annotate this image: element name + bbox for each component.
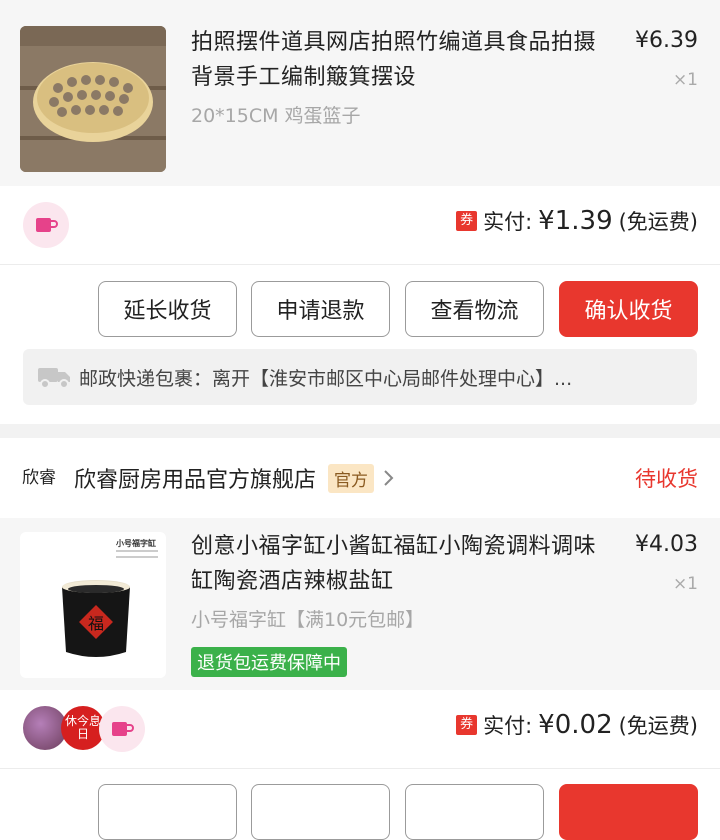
product-title[interactable]: 创意小福字缸小酱缸福缸小陶瓷调料调味缸陶瓷酒店辣椒盐缸 (191, 529, 611, 599)
paid-label: 实付: (483, 210, 533, 234)
avatar-group[interactable]: 休今息日 (23, 706, 145, 752)
truck-icon (38, 368, 70, 389)
order1-payment-summary: 券 实付: ¥1.39 (免运费) (456, 206, 698, 236)
order-separator (0, 424, 720, 438)
return-shipping-guarantee-badge: 退货包运费保障中 (191, 647, 347, 677)
bamboo-basket-image (20, 26, 166, 172)
paid-amount: ¥0.02 (538, 710, 613, 740)
product-price: ¥4.03 (635, 532, 698, 557)
order-status: 待收货 (635, 467, 698, 491)
shop-header[interactable]: 欣睿 欣睿厨房用品官方旗舰店 官方 待收货 (0, 438, 720, 518)
order2-action-button[interactable] (251, 784, 390, 840)
logistics-text: 邮政快递包裹：离开【淮安市邮区中心局邮件处理中心】... (79, 367, 573, 390)
logistics-status[interactable]: 邮政快递包裹：离开【淮安市邮区中心局邮件处理中心】... (23, 349, 697, 405)
chevron-right-icon (384, 470, 394, 486)
product-quantity: ×1 (672, 574, 698, 594)
coupon-badge: 券 (456, 715, 478, 735)
product-thumbnail[interactable]: 小号福字缸 福 (20, 532, 166, 678)
paid-amount: ¥1.39 (538, 206, 613, 236)
product-thumbnail[interactable] (20, 26, 166, 172)
product-price: ¥6.39 (635, 28, 698, 53)
avatar-cup (23, 202, 69, 248)
thumb-spec-line (116, 550, 158, 552)
shipping-note: (免运费) (618, 210, 698, 234)
product-sku: 小号福字缸【满10元包邮】 (191, 609, 425, 631)
shop-logo: 欣睿 (22, 467, 56, 488)
avatar-cup (99, 706, 145, 752)
request-refund-button[interactable]: 申请退款 (251, 281, 390, 337)
coupon-badge: 券 (456, 211, 478, 231)
divider (0, 264, 720, 265)
product-title[interactable]: 拍照摆件道具网店拍照竹编道具食品拍摄背景手工编制簸箕摆设 (191, 25, 611, 95)
shop-name[interactable]: 欣睿厨房用品官方旗舰店 (74, 462, 316, 494)
order2-action-button[interactable] (405, 784, 544, 840)
view-logistics-button[interactable]: 查看物流 (405, 281, 544, 337)
cup-icon (112, 722, 134, 736)
thumb-label: 小号福字缸 (116, 539, 156, 548)
confirm-receipt-button[interactable]: 确认收货 (559, 281, 698, 337)
extend-receipt-button[interactable]: 延长收货 (98, 281, 237, 337)
order2-action-button[interactable] (98, 784, 237, 840)
order2-payment-summary: 券 实付: ¥0.02 (免运费) (456, 710, 698, 740)
order1-product[interactable]: 拍照摆件道具网店拍照竹编道具食品拍摄背景手工编制簸箕摆设 20*15CM 鸡蛋篮… (0, 0, 720, 186)
divider (0, 768, 720, 769)
thumb-char: 福 (88, 614, 105, 633)
thumb-spec-line (116, 556, 158, 558)
official-badge: 官方 (328, 463, 375, 493)
cup-icon (36, 218, 58, 232)
product-quantity: ×1 (672, 70, 698, 90)
ceramic-jar-image (62, 580, 130, 657)
avatar[interactable] (23, 202, 69, 248)
shipping-note: (免运费) (618, 714, 698, 738)
order2-product[interactable]: 小号福字缸 福 创意小福字缸小酱缸福缸小陶瓷调料调味缸陶瓷酒店辣椒盐缸 小号福字… (0, 518, 720, 690)
order2-primary-action-button[interactable] (559, 784, 698, 840)
product-sku: 20*15CM 鸡蛋篮子 (191, 105, 361, 127)
paid-label: 实付: (483, 714, 533, 738)
